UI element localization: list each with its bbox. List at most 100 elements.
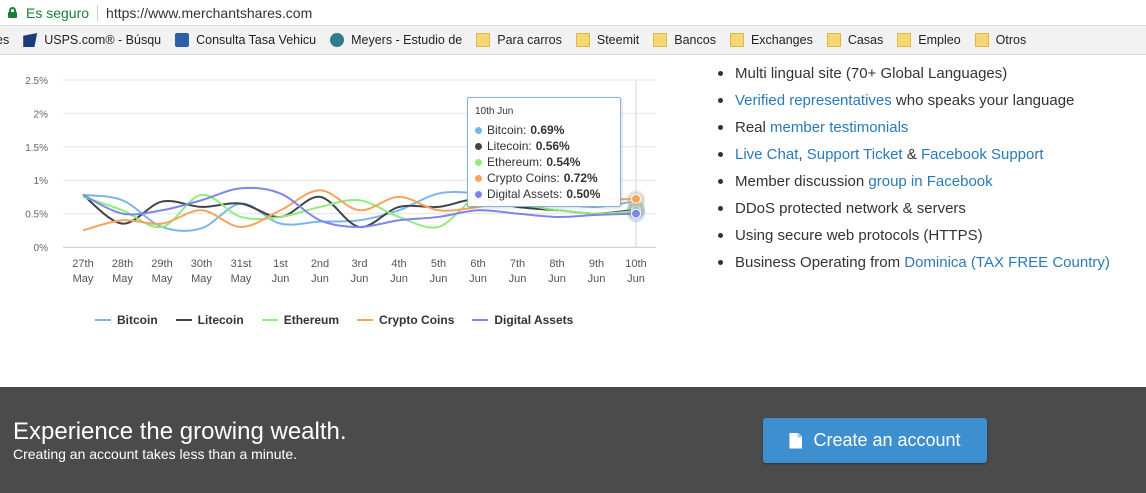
feature-link[interactable]: Verified representatives xyxy=(735,92,892,109)
bookmark-item[interactable]: Steemit xyxy=(575,33,640,47)
bullet-icon xyxy=(718,179,723,184)
chart-tooltip: 10th Jun Bitcoin: 0.69% Litecoin: 0.56% Ethe… xyxy=(467,97,621,207)
legend-label: Ethereum xyxy=(283,313,340,327)
legend-label: Litecoin xyxy=(197,313,244,327)
feature-text: Business Operating from xyxy=(735,254,905,271)
bookmark-item[interactable]: Otros xyxy=(974,33,1026,47)
legend-item[interactable]: Bitcoin xyxy=(95,313,158,327)
feature-link[interactable]: member testimonials xyxy=(770,119,908,136)
tooltip-row: Bitcoin: 0.69% xyxy=(475,122,620,138)
bookmark-label: Steemit xyxy=(596,33,640,47)
legend-label: Crypto Coins xyxy=(379,313,455,327)
bookmark-item[interactable]: Para carros xyxy=(476,33,562,47)
bullet-icon xyxy=(718,233,723,238)
feature-text: & xyxy=(902,146,921,163)
feature-link[interactable]: Support Ticket xyxy=(807,146,903,163)
bullet-icon xyxy=(718,152,723,157)
x-tick-label: Jun xyxy=(469,273,487,285)
bookmark-item[interactable]: Bancos xyxy=(653,33,716,47)
x-tick-label: May xyxy=(152,273,173,285)
legend-item[interactable]: Litecoin xyxy=(175,313,244,327)
legend-label: Digital Assets xyxy=(494,313,574,327)
x-tick-label: 28th xyxy=(112,258,133,270)
feature-text: DDoS protected network & servers xyxy=(735,200,966,217)
folder-icon xyxy=(729,33,744,47)
bookmark-label: Bancos xyxy=(674,33,716,47)
feature-text: Multi lingual site (70+ Global Languages… xyxy=(735,65,1008,82)
document-icon xyxy=(175,33,190,47)
x-tick-label: Jun xyxy=(588,273,606,285)
y-tick-label: 0% xyxy=(34,243,49,254)
x-tick-label: Jun xyxy=(272,273,290,285)
legend-swatch xyxy=(357,319,374,321)
tooltip-title: 10th Jun xyxy=(475,106,514,117)
x-tick-label: 29th xyxy=(151,258,172,270)
legend-item[interactable]: Digital Assets xyxy=(472,313,573,327)
tooltip-dot xyxy=(475,174,482,182)
tooltip-series-name: Ethereum: xyxy=(487,155,543,169)
bookmark-item[interactable]: Exchanges xyxy=(729,33,813,47)
bookmark-item[interactable]: Meyers - Estudio de xyxy=(330,33,462,47)
feature-item: DDoS protected network & servers xyxy=(718,195,1146,222)
feature-link[interactable]: Dominica (TAX FREE Country) xyxy=(904,254,1110,271)
feature-text: , xyxy=(798,146,807,163)
features-list: Multi lingual site (70+ Global Languages… xyxy=(718,60,1146,276)
tooltip-series-name: Bitcoin: xyxy=(487,123,527,137)
bookmark-item[interactable]: USPS.com® - Búsqu xyxy=(23,33,161,47)
x-tick-label: 1st xyxy=(273,258,288,270)
bookmark-label: Exchanges xyxy=(750,33,813,47)
x-tick-label: May xyxy=(231,273,252,285)
x-tick-label: 4th xyxy=(391,258,406,270)
x-tick-label: 27th xyxy=(72,258,93,270)
bullet-icon xyxy=(718,206,723,211)
x-tick-label: Jun xyxy=(351,273,369,285)
feature-text: Real xyxy=(735,119,771,136)
legend-item[interactable]: Ethereum xyxy=(261,313,340,327)
feature-item: Member discussion group in Facebook xyxy=(718,168,1146,195)
bookmark-item[interactable]: Consulta Tasa Vehicu xyxy=(175,33,316,47)
feature-item: Business Operating from Dominica (TAX FR… xyxy=(718,249,1146,276)
x-tick-label: 31st xyxy=(231,258,252,270)
address-bar[interactable]: Es seguro https://www.merchantshares.com xyxy=(0,0,1146,26)
x-tick-label: Jun xyxy=(311,273,329,285)
bookmark-label: Casas xyxy=(847,33,884,47)
bookmark-label: Empleo xyxy=(918,33,961,47)
feature-link[interactable]: group in Facebook xyxy=(868,173,992,190)
tooltip-value: 0.69% xyxy=(530,123,565,137)
bookmark-label: Meyers - Estudio de xyxy=(351,33,463,47)
legend-swatch xyxy=(95,319,111,321)
bookmark-label: USPS.com® - Búsqu xyxy=(44,33,162,47)
y-tick-label: 2.5% xyxy=(25,76,48,87)
y-tick-label: 1% xyxy=(34,176,49,187)
feature-item: Live Chat, Support Ticket & Facebook Sup… xyxy=(718,141,1146,168)
feature-link[interactable]: Live Chat xyxy=(735,146,798,163)
x-tick-label: Jun xyxy=(509,273,527,285)
feature-text: Member discussion xyxy=(735,173,869,190)
folder-icon xyxy=(653,33,668,47)
legend-swatch xyxy=(175,319,192,321)
tooltip-series-name: Crypto Coins: xyxy=(487,171,560,185)
feature-text: Using secure web protocols (HTTPS) xyxy=(735,227,983,244)
cta-title: Experience the growing wealth. xyxy=(13,418,347,445)
url-text[interactable]: https://www.merchantshares.com xyxy=(106,5,312,21)
bookmark-item[interactable]: Casas xyxy=(826,33,884,47)
bookmark-item[interactable]: es xyxy=(0,33,9,47)
folder-icon xyxy=(974,33,989,47)
x-tick-label: 5th xyxy=(431,258,446,270)
create-account-button[interactable]: Create an account xyxy=(763,418,987,463)
feature-link[interactable]: Facebook Support xyxy=(921,146,1044,163)
tooltip-row: Digital Assets: 0.50% xyxy=(475,186,620,202)
tooltip-dot xyxy=(475,126,482,134)
feature-item: Using secure web protocols (HTTPS) xyxy=(718,222,1146,249)
legend-label: Bitcoin xyxy=(117,313,158,327)
bookmark-label: Consulta Tasa Vehicu xyxy=(196,33,317,47)
legend-item[interactable]: Crypto Coins xyxy=(357,313,454,327)
x-tick-label: 6th xyxy=(470,258,485,270)
bullet-icon xyxy=(718,260,723,265)
y-tick-label: 0.5% xyxy=(25,210,48,221)
lock-icon xyxy=(8,7,17,18)
bookmark-label: Para carros xyxy=(497,33,562,47)
x-tick-label: Jun xyxy=(430,273,448,285)
bookmark-item[interactable]: Empleo xyxy=(897,33,961,47)
x-tick-label: 2nd xyxy=(311,258,329,270)
